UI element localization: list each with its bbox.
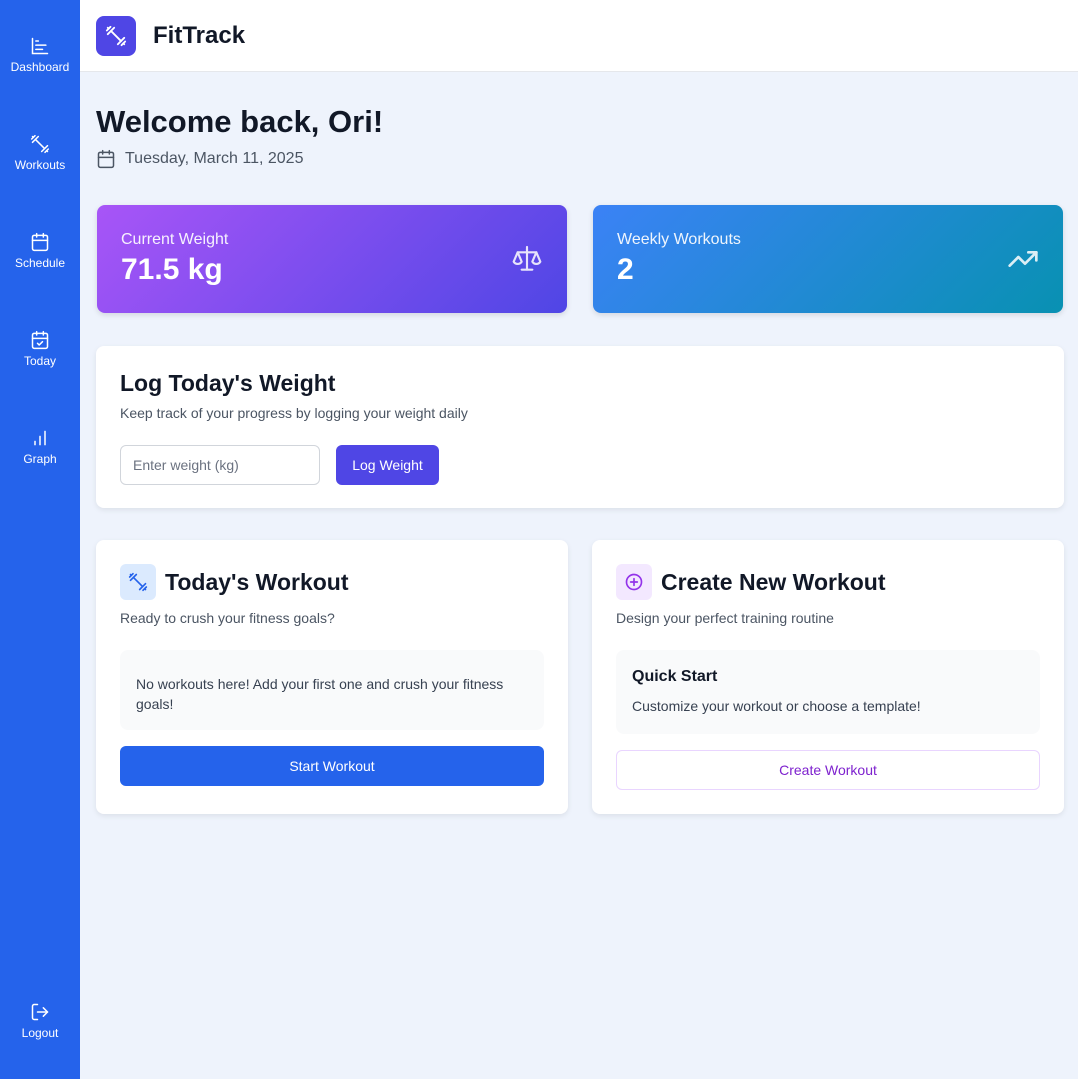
start-workout-button[interactable]: Start Workout xyxy=(120,746,544,786)
trending-up-icon xyxy=(1007,243,1039,275)
sidebar-item-dashboard[interactable]: Dashboard xyxy=(0,36,80,74)
log-weight-subtitle: Keep track of your progress by logging y… xyxy=(120,405,468,421)
todays-workout-subtitle: Ready to crush your fitness goals? xyxy=(120,610,335,626)
sidebar-item-graph[interactable]: Graph xyxy=(0,428,80,466)
create-workout-card: Create New Workout Design your perfect t… xyxy=(592,540,1064,814)
log-weight-title: Log Today's Weight xyxy=(120,370,336,396)
logout-icon xyxy=(30,1002,50,1022)
current-weight-label: Current Weight xyxy=(121,231,229,248)
weekly-workouts-value: 2 xyxy=(617,253,634,286)
create-workout-button[interactable]: Create Workout xyxy=(616,750,1040,790)
page-title: Welcome back, Ori! xyxy=(96,104,384,139)
calendar-icon xyxy=(96,149,125,169)
sidebar-item-label: Schedule xyxy=(14,256,66,270)
app-logo[interactable] xyxy=(96,15,136,56)
logout-button[interactable]: Logout xyxy=(0,1002,80,1040)
dumbbell-icon xyxy=(105,25,127,47)
quick-start-title: Quick Start xyxy=(632,668,718,685)
sidebar-item-label: Graph xyxy=(23,452,57,466)
weekly-workouts-card: Weekly Workouts 2 xyxy=(593,205,1063,313)
create-workout-title: Create New Workout xyxy=(661,568,886,595)
header: FitTrack xyxy=(80,0,1078,72)
calendar-check-icon xyxy=(30,330,50,350)
log-weight-button[interactable]: Log Weight xyxy=(336,445,439,485)
scale-icon xyxy=(511,243,543,275)
current-weight-card: Current Weight 71.5 kg xyxy=(97,205,567,313)
dumbbell-icon xyxy=(30,134,50,154)
sidebar-item-label: Dashboard xyxy=(10,60,70,74)
todays-workout-header: Today's Workout xyxy=(120,564,544,600)
sidebar-item-label: Today xyxy=(23,354,57,368)
dumbbell-icon xyxy=(120,564,156,600)
empty-workouts-message: No workouts here! Add your first one and… xyxy=(120,650,544,730)
todays-workout-card: Today's Workout Ready to crush your fitn… xyxy=(96,540,568,814)
weekly-workouts-label: Weekly Workouts xyxy=(617,231,741,248)
sidebar-item-workouts[interactable]: Workouts xyxy=(0,134,80,172)
weight-input[interactable] xyxy=(120,445,320,485)
sidebar-item-schedule[interactable]: Schedule xyxy=(0,232,80,270)
log-weight-form: Log Weight xyxy=(120,445,1040,485)
bar-chart-icon xyxy=(30,36,50,56)
calendar-icon xyxy=(30,232,50,252)
graph-icon xyxy=(30,428,50,448)
quick-start-text: Customize your workout or choose a templ… xyxy=(632,698,921,714)
sidebar-item-label: Workouts xyxy=(14,158,66,172)
log-weight-card: Log Today's Weight Keep track of your pr… xyxy=(96,346,1064,508)
plus-circle-icon xyxy=(616,564,652,600)
create-workout-subtitle: Design your perfect training routine xyxy=(616,610,834,626)
current-weight-value: 71.5 kg xyxy=(121,253,223,286)
create-workout-header: Create New Workout xyxy=(616,564,1040,600)
current-date: Tuesday, March 11, 2025 xyxy=(125,150,304,167)
sidebar-item-today[interactable]: Today xyxy=(0,330,80,368)
quick-start-box: Quick Start Customize your workout or ch… xyxy=(616,650,1040,734)
app-title: FitTrack xyxy=(153,21,246,49)
date-row: Tuesday, March 11, 2025 xyxy=(96,149,303,169)
sidebar: Dashboard Workouts Schedule Today Graph … xyxy=(0,0,80,1079)
logout-label: Logout xyxy=(21,1026,59,1040)
todays-workout-title: Today's Workout xyxy=(165,568,349,595)
